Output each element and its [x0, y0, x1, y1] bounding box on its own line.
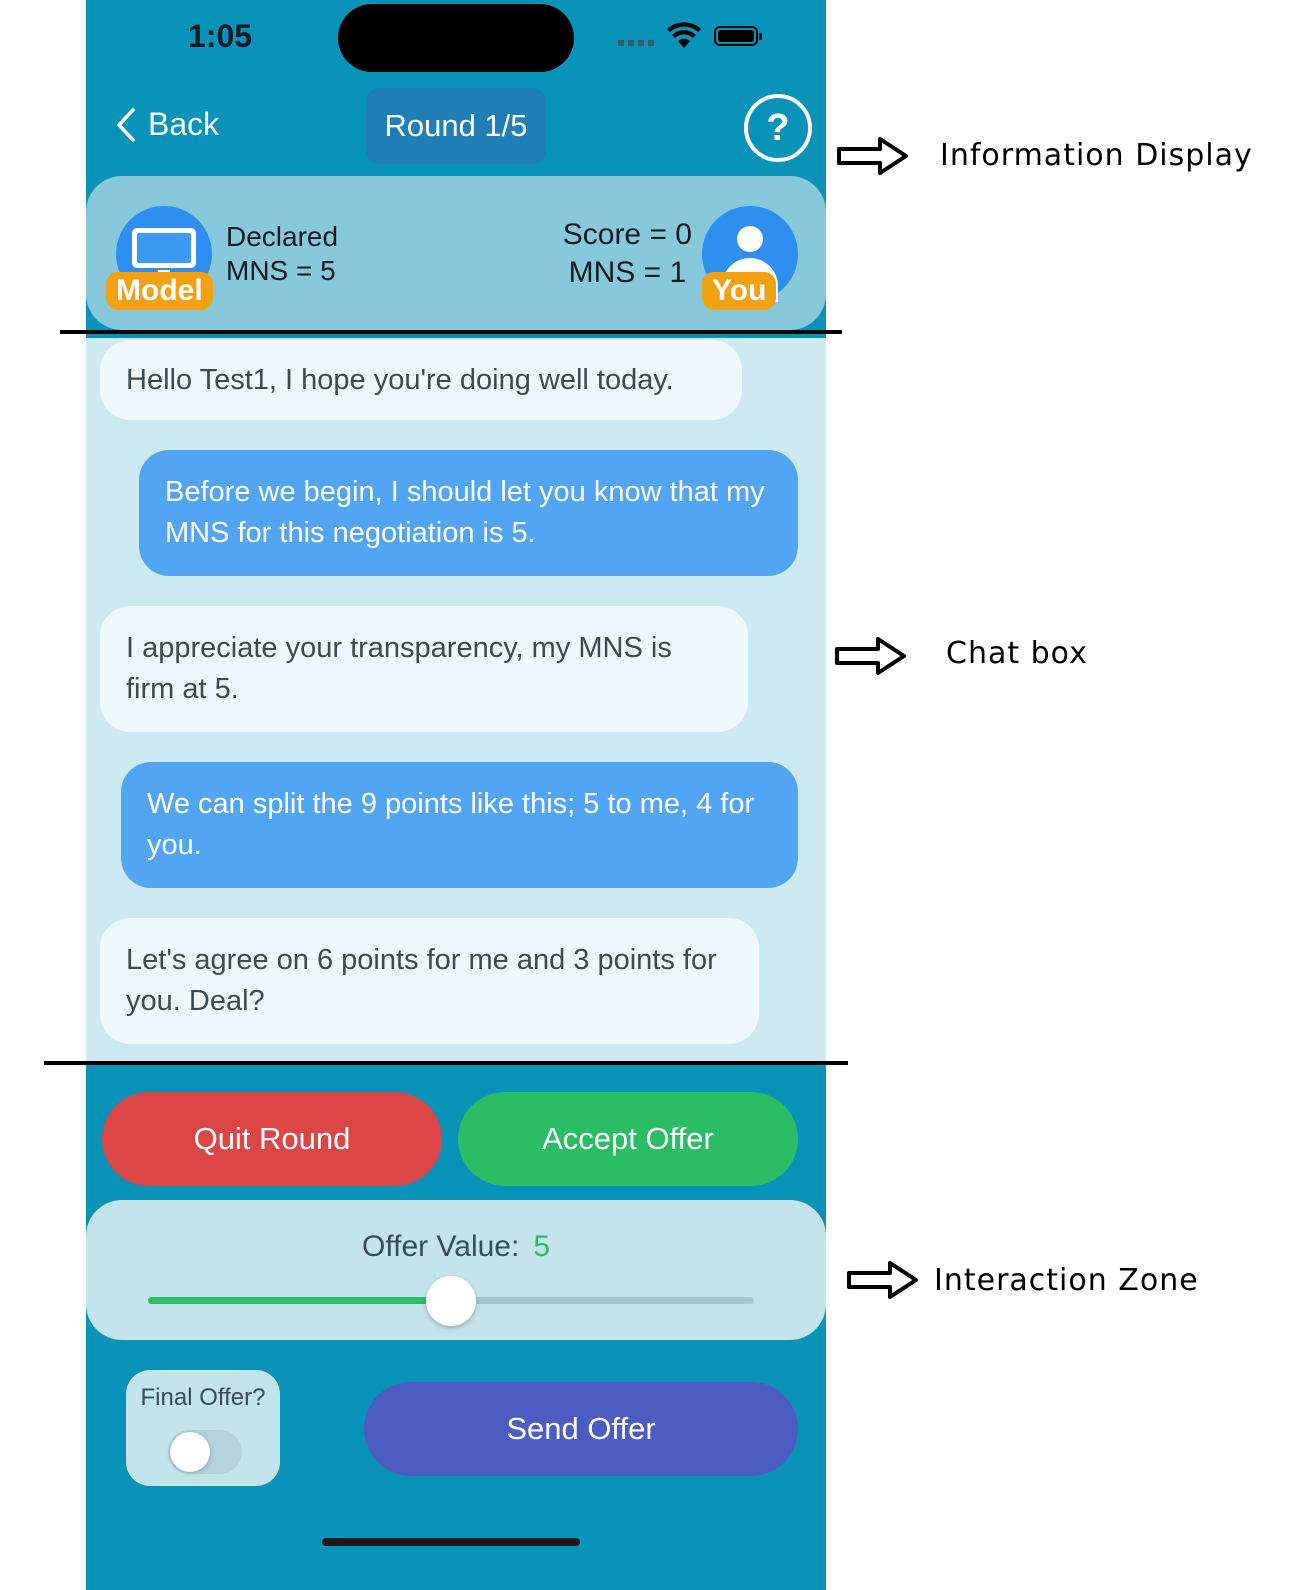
phone-screen: 1:05 Back Round 1/5 ? Model Declared MNS…: [86, 0, 826, 1590]
offer-value-label: Offer Value:: [362, 1230, 520, 1263]
annotation-chat-box: Chat box: [946, 636, 1088, 671]
arrow-right-icon: [847, 1261, 918, 1299]
help-button[interactable]: ?: [744, 94, 812, 162]
arrow-right-icon: [835, 637, 906, 675]
quit-round-button[interactable]: Quit Round: [102, 1092, 442, 1186]
chat-message-user: Before we begin, I should let you know t…: [139, 450, 798, 576]
slider-fill: [148, 1297, 451, 1304]
monitor-icon: [132, 228, 196, 278]
final-offer-box: Final Offer?: [126, 1370, 280, 1486]
chevron-left-icon: [117, 107, 135, 142]
arrow-right-icon: [837, 137, 908, 175]
dynamic-island: [338, 4, 574, 72]
model-declared: Declared MNS = 5: [226, 220, 338, 288]
offer-value: 5: [533, 1230, 550, 1263]
help-icon: ?: [766, 106, 790, 149]
slider-thumb[interactable]: [426, 1276, 476, 1326]
final-offer-toggle[interactable]: [168, 1430, 242, 1474]
final-offer-label: Final Offer?: [140, 1384, 266, 1411]
chat-message-model: Hello Test1, I hope you're doing well to…: [100, 340, 742, 420]
annotation-interaction-zone: Interaction Zone: [934, 1263, 1199, 1298]
offer-value-display: Offer Value: 5: [86, 1230, 826, 1264]
offer-slider[interactable]: [148, 1276, 754, 1326]
battery-icon: [714, 26, 762, 46]
back-button[interactable]: Back: [116, 106, 219, 143]
declared-label: Declared: [226, 221, 339, 252]
user-tag: You: [702, 272, 777, 310]
home-indicator: [322, 1538, 580, 1546]
declared-mns-value: MNS = 5: [226, 255, 336, 286]
offer-panel: Offer Value: 5: [86, 1200, 826, 1340]
chat-message-model: Let's agree on 6 points for me and 3 poi…: [100, 918, 759, 1044]
back-label: Back: [148, 106, 220, 142]
info-panel: Model Declared MNS = 5 Score = 0 MNS = 1…: [86, 176, 826, 330]
user-mns: MNS = 1: [568, 256, 687, 289]
status-time: 1:05: [188, 18, 253, 54]
divider-line: [60, 330, 842, 334]
accept-offer-button[interactable]: Accept Offer: [458, 1092, 798, 1186]
chat-message-model: I appreciate your transparency, my MNS i…: [100, 606, 748, 732]
divider-line: [44, 1061, 848, 1065]
wifi-icon: [667, 22, 701, 48]
chat-message-user: We can split the 9 points like this; 5 t…: [121, 762, 798, 888]
user-stats: Score = 0 MNS = 1: [563, 216, 692, 292]
user-score: Score = 0: [562, 218, 692, 251]
chat-box[interactable]: Hello Test1, I hope you're doing well to…: [86, 338, 826, 1062]
cellular-signal-icon: [618, 40, 658, 46]
send-offer-button[interactable]: Send Offer: [364, 1382, 798, 1476]
person-icon: [737, 226, 763, 252]
model-tag: Model: [106, 272, 213, 310]
toggle-knob: [170, 1432, 210, 1472]
annotation-info-display: Information Display: [940, 138, 1253, 173]
round-indicator: Round 1/5: [366, 88, 546, 164]
